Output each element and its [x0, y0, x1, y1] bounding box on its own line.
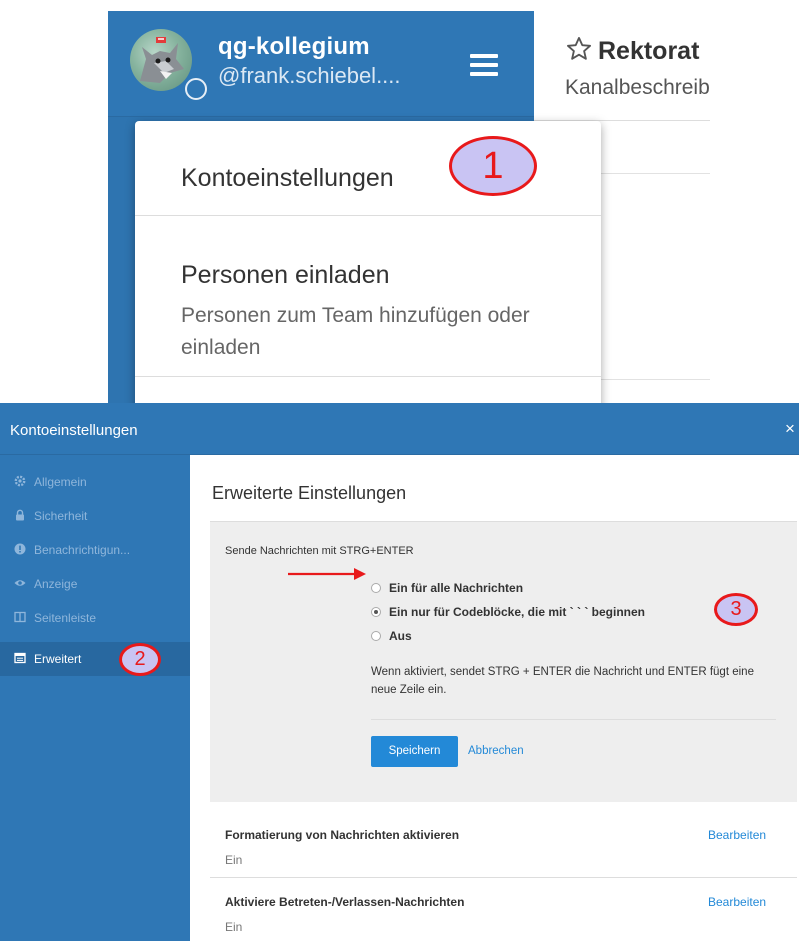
menu-item-label: Personen einladen [181, 261, 390, 289]
nav-item-sidebar[interactable]: Seitenleiste [0, 601, 190, 635]
ctrl-send-setting: Sende Nachrichten mit STRG+ENTER Ein für… [210, 521, 797, 802]
nav-item-advanced[interactable]: Erweitert [0, 642, 190, 676]
annotation-step-1: 1 [449, 136, 537, 196]
modal-header: Kontoeinstellungen × [0, 403, 799, 455]
setting-row-message-formatting: Formatierung von Nachrichten aktivieren … [210, 812, 797, 878]
page-title: Erweiterte Einstellungen [212, 483, 407, 503]
username: @frank.schiebel.... [218, 63, 401, 88]
account-settings-modal: Kontoeinstellungen × Allgemein Sicherhei… [0, 403, 799, 941]
radio-option-code-blocks[interactable]: Ein nur für Codeblöcke, die mit ` ` ` be… [371, 605, 645, 619]
lock-icon [16, 509, 24, 521]
exclamation-circle-icon [14, 543, 26, 555]
settings-pane: Erweiterte Einstellungen Sende Nachricht… [190, 455, 799, 941]
radio-label: Ein für alle Nachrichten [389, 581, 524, 595]
channel-name[interactable]: Rektorat [598, 37, 699, 66]
help-text: Wenn aktiviert, sendet STRG + ENTER die … [371, 666, 754, 696]
columns-icon [14, 611, 26, 623]
status-indicator [185, 78, 207, 100]
divider [371, 719, 776, 720]
mattermost-main-menu-screenshot: qg-kollegium @frank.schiebel.... Rektora… [108, 11, 710, 403]
radio-button[interactable] [371, 607, 381, 617]
wolf-avatar-icon [140, 37, 184, 83]
list-window-icon [14, 652, 26, 664]
setting-title: Sende Nachrichten mit STRG+ENTER [225, 545, 414, 557]
modal-title: Kontoeinstellungen [10, 422, 138, 439]
annotation-step-3: 3 [714, 593, 758, 626]
settings-nav: Allgemein Sicherheit Benachrichtigun... … [0, 455, 190, 941]
eye-icon [14, 580, 26, 586]
sidebar-header[interactable]: qg-kollegium @frank.schiebel.... [108, 11, 534, 117]
nav-item-notifications[interactable]: Benachrichtigun... [0, 533, 190, 567]
edit-button[interactable]: Bearbeiten [708, 895, 766, 909]
nav-item-display[interactable]: Anzeige [0, 567, 190, 601]
nav-item-label: Anzeige [34, 577, 78, 591]
hamburger-menu-icon[interactable] [470, 54, 498, 76]
setting-value: Ein [225, 853, 243, 867]
close-icon[interactable]: × [785, 420, 795, 437]
radio-option-off[interactable]: Aus [371, 629, 412, 643]
setting-row-join-leave-messages: Aktiviere Betreten-/Verlassen-Nachrichte… [210, 879, 797, 941]
channel-header: Rektorat Kanalbeschreibung [534, 11, 710, 121]
cancel-button[interactable]: Abbrechen [468, 745, 524, 757]
nav-item-security[interactable]: Sicherheit [0, 499, 190, 533]
nav-item-label: Allgemein [34, 475, 87, 489]
star-icon[interactable] [565, 35, 593, 63]
edit-button[interactable]: Bearbeiten [708, 828, 766, 842]
setting-value: Ein [225, 920, 243, 934]
menu-item-invite-people[interactable]: Personen einladen Personen zum Team hinz… [135, 217, 601, 377]
nav-item-general[interactable]: Allgemein [0, 465, 190, 499]
menu-item-label: Kontoeinstellungen [181, 164, 394, 192]
team-name: qg-kollegium [218, 33, 370, 60]
radio-label: Aus [389, 629, 412, 643]
radio-button[interactable] [371, 631, 381, 641]
nav-item-label: Seitenleiste [34, 611, 97, 625]
radio-button[interactable] [371, 583, 381, 593]
gear-icon [14, 475, 26, 487]
nav-item-label: Erweitert [34, 652, 82, 666]
nav-item-label: Benachrichtigun... [34, 543, 131, 557]
menu-item-description: Personen zum Team hinzufügen oder einlad… [181, 304, 530, 359]
setting-title: Aktiviere Betreten-/Verlassen-Nachrichte… [225, 895, 465, 909]
radio-label: Ein nur für Codeblöcke, die mit ` ` ` be… [389, 605, 646, 619]
radio-option-all-messages[interactable]: Ein für alle Nachrichten [371, 581, 523, 595]
channel-description: Kanalbeschreibung [565, 76, 710, 99]
nav-item-label: Sicherheit [34, 509, 88, 523]
red-arrow-annotation-icon [288, 568, 366, 580]
avatar[interactable] [130, 29, 192, 91]
save-button[interactable]: Speichern [371, 736, 458, 767]
setting-title: Formatierung von Nachrichten aktivieren [225, 828, 460, 842]
annotation-step-2: 2 [119, 643, 161, 676]
